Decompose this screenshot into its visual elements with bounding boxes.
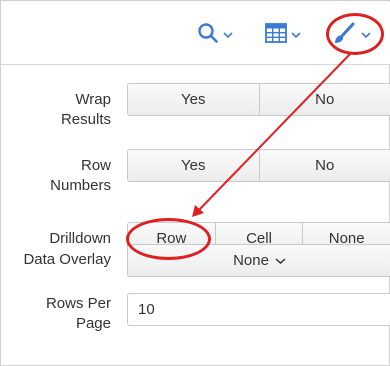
rows-per-page-label-line1: Rows Per <box>45 295 111 312</box>
row-numbers-toggle: Yes No <box>127 149 390 182</box>
data-overlay-value: None <box>233 252 269 269</box>
wrap-results-label-line1: Wrap <box>75 91 111 108</box>
row-numbers-label-line2: Numbers <box>50 177 111 194</box>
wrap-results-toggle: Yes No <box>127 83 390 116</box>
chevron-down-icon <box>275 252 286 269</box>
dialog-frame: Wrap Results Yes No Row Numbers Yes No D… <box>0 0 390 366</box>
wrap-results-label: Wrap Results <box>61 90 111 130</box>
row-numbers-no-button[interactable]: No <box>259 150 390 181</box>
wrap-results-no-button[interactable]: No <box>259 84 390 115</box>
search-icon <box>197 22 219 49</box>
drilldown-label: Drilldown <box>49 230 111 247</box>
highlight-circle-drilldown-row <box>126 218 211 260</box>
table-menu-button[interactable] <box>265 20 301 50</box>
table-icon <box>265 22 287 48</box>
row-numbers-yes-button[interactable]: Yes <box>128 150 260 181</box>
wrap-results-label-line2: Results <box>60 111 111 128</box>
row-numbers-label-line1: Row <box>80 157 111 174</box>
chevron-down-icon <box>223 26 233 44</box>
highlight-circle-format-button <box>326 13 384 55</box>
toolbar-divider <box>1 64 390 65</box>
search-menu-button[interactable] <box>197 20 233 50</box>
wrap-results-yes-button[interactable]: Yes <box>128 84 260 115</box>
row-numbers-label: Row Numbers <box>50 156 111 196</box>
rows-per-page-input[interactable]: 10 <box>127 293 390 326</box>
chevron-down-icon <box>291 26 301 44</box>
data-overlay-label: Data Overlay <box>23 251 111 268</box>
rows-per-page-label: Rows Per Page <box>46 294 111 334</box>
rows-per-page-label-line2: Page <box>75 315 111 332</box>
